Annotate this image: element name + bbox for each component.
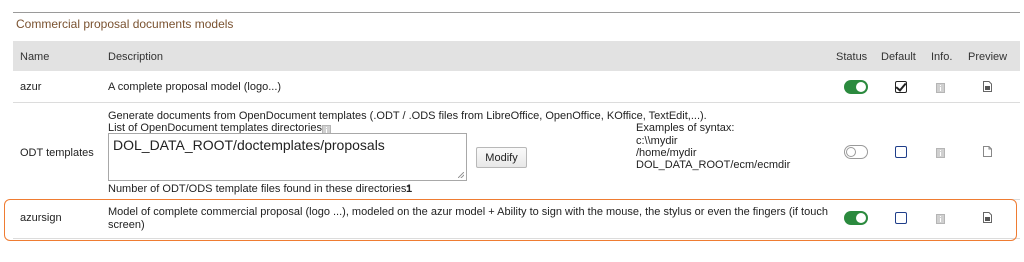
row-name: azur	[20, 81, 42, 93]
info-icon[interactable]	[936, 148, 945, 158]
column-default-header: Default	[881, 51, 916, 63]
default-checkbox-checked[interactable]	[895, 81, 907, 93]
row-description: A complete proposal model (logo...)	[108, 81, 282, 93]
column-status-header: Status	[836, 51, 868, 63]
example-dol-path: DOL_DATA_ROOT/ecm/ecmdir	[636, 159, 791, 171]
status-toggle-off[interactable]	[844, 145, 868, 159]
info-icon[interactable]	[936, 83, 945, 93]
resize-grip-icon[interactable]	[458, 172, 464, 178]
examples-title: Examples of syntax:	[636, 122, 735, 134]
file-preview-icon[interactable]	[983, 81, 992, 92]
top-separator	[13, 12, 1020, 13]
templates-found-label: Number of ODT/ODS template files found i…	[108, 183, 410, 195]
section-title: Commercial proposal documents models	[16, 17, 234, 31]
table-header: Name Description Status Default Info. Pr…	[13, 41, 1020, 71]
status-toggle-on[interactable]	[844, 80, 868, 94]
templates-found-count: 1	[406, 183, 413, 195]
templates-dirs-textarea[interactable]: DOL_DATA_ROOT/doctemplates/proposals	[108, 133, 467, 181]
column-description-header: Description	[108, 51, 164, 63]
default-checkbox[interactable]	[895, 146, 907, 158]
column-preview-header: Preview	[968, 51, 1008, 63]
modify-button[interactable]: Modify	[476, 147, 527, 168]
templates-dirs-value: DOL_DATA_ROOT/doctemplates/proposals	[113, 137, 385, 153]
row-name: ODT templates	[20, 147, 94, 159]
highlight-frame	[4, 199, 1017, 241]
column-name-header: Name	[20, 51, 50, 63]
file-preview-icon[interactable]	[983, 146, 992, 157]
column-info-header: Info.	[931, 51, 953, 63]
